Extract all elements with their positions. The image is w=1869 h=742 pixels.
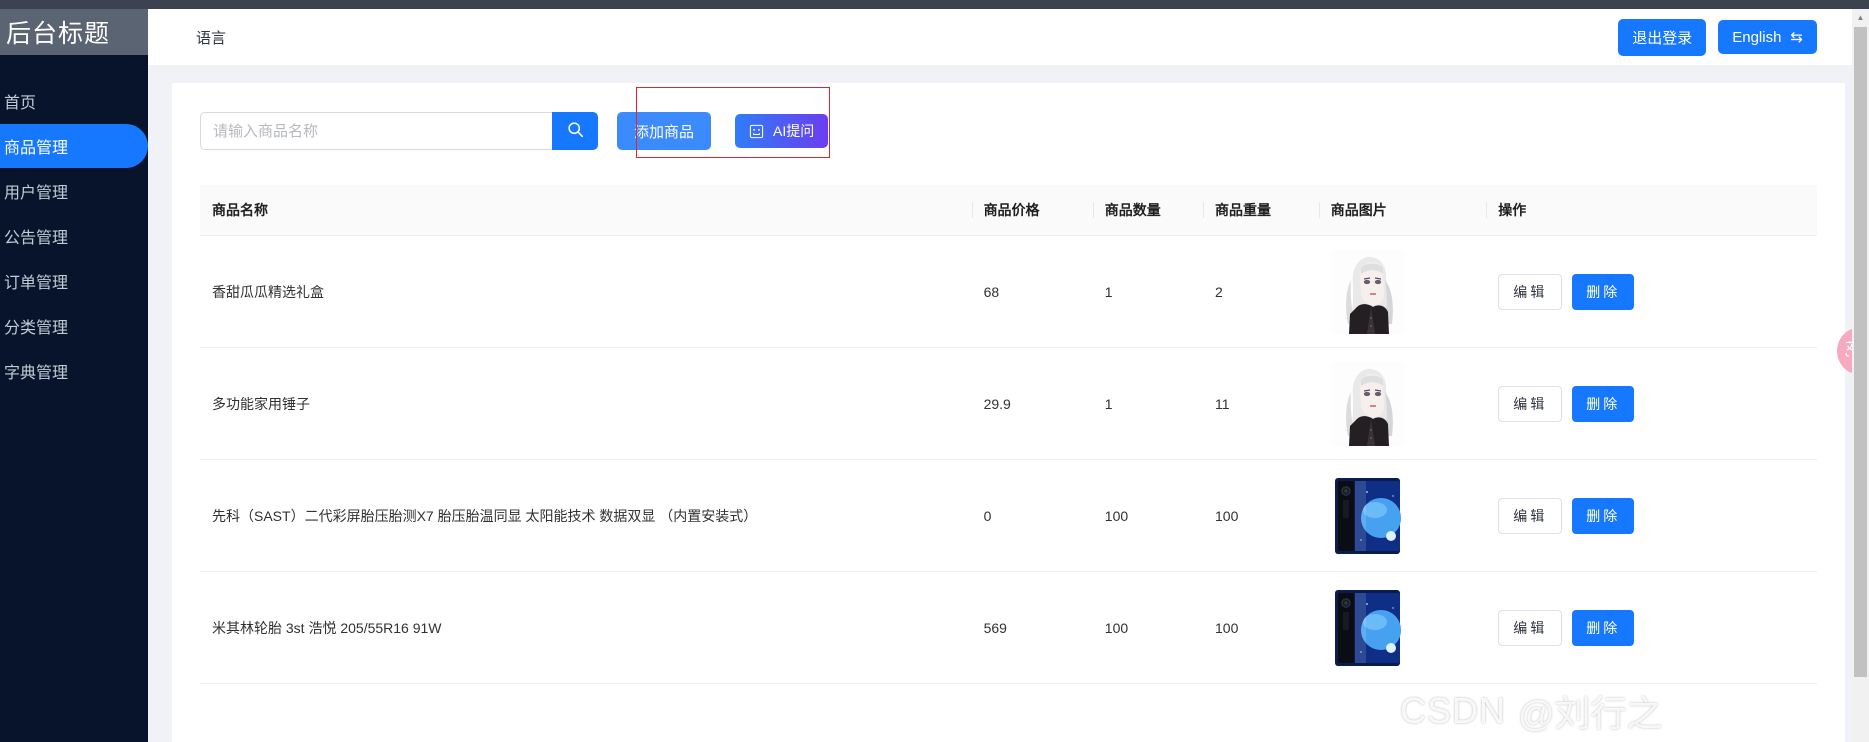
- cell-product-name: 先科（SAST）二代彩屏胎压胎测X7 胎压胎温同显 太阳能技术 数据双显 （内置…: [200, 459, 972, 572]
- product-card: 添加商品 AI提问: [172, 83, 1845, 742]
- sidebar-item-dictionary[interactable]: 字典管理: [0, 349, 148, 393]
- row-actions: 编辑 删除: [1498, 609, 1817, 646]
- logout-button[interactable]: 退出登录: [1618, 18, 1707, 56]
- delete-button[interactable]: 删除: [1572, 273, 1635, 310]
- product-thumbnail-blue-phone: [1330, 473, 1404, 558]
- search-input[interactable]: [200, 112, 552, 150]
- language-switch-button[interactable]: English ⇆: [1718, 20, 1817, 54]
- product-thumbnail-anime-portrait: [1330, 361, 1404, 446]
- page-scrollbar[interactable]: ▲: [1852, 9, 1869, 742]
- cell-qty: 100: [1092, 571, 1204, 684]
- row-actions: 编辑 删除: [1498, 497, 1817, 534]
- product-thumbnail-anime-portrait: [1330, 249, 1404, 334]
- delete-button[interactable]: 删除: [1572, 497, 1635, 534]
- cell-weight: 100: [1203, 571, 1319, 684]
- sidebar-item-label: 分类管理: [4, 320, 69, 337]
- column-header-operations[interactable]: 操作: [1486, 185, 1817, 236]
- search-button[interactable]: [552, 112, 598, 150]
- sidebar-item-announcements[interactable]: 公告管理: [0, 214, 148, 258]
- cell-image: [1318, 347, 1487, 460]
- cell-price: 0: [971, 459, 1093, 572]
- sidebar-item-orders[interactable]: 订单管理: [0, 259, 148, 303]
- cell-product-name: 香甜瓜瓜精选礼盒: [200, 235, 972, 348]
- product-thumbnail-blue-phone: [1330, 585, 1404, 670]
- sidebar-item-products[interactable]: 商品管理: [0, 124, 148, 168]
- page-title: 语言: [196, 29, 227, 47]
- cell-price: 29.9: [971, 347, 1093, 460]
- robot-face-icon: [749, 124, 764, 139]
- row-actions: 编辑 删除: [1498, 273, 1817, 310]
- sidebar-brand: 后台标题: [0, 9, 148, 55]
- add-product-button[interactable]: 添加商品: [617, 112, 712, 150]
- cell-image: [1318, 235, 1487, 348]
- cell-weight: 100: [1203, 459, 1319, 572]
- cell-qty: 1: [1092, 347, 1204, 460]
- products-table-head: 商品名称 商品价格 商品数量 商品重量 商品图片 操作: [200, 185, 1817, 236]
- table-row: 米其林轮胎 3st 浩悦 205/55R16 91W 569 100 100 编…: [200, 571, 1817, 684]
- cell-product-name: 多功能家用锤子: [200, 347, 972, 460]
- sidebar-item-label: 商品管理: [4, 140, 69, 157]
- cell-weight: 2: [1203, 235, 1319, 348]
- column-header-price[interactable]: 商品价格: [971, 185, 1093, 236]
- browser-top-strip: [0, 0, 1869, 9]
- header-actions: 退出登录 English ⇆: [1618, 18, 1817, 56]
- swap-arrows-icon: ⇆: [1790, 29, 1803, 46]
- scroll-up-arrow-icon[interactable]: ▲: [1852, 9, 1869, 26]
- products-table: 商品名称 商品价格 商品数量 商品重量 商品图片 操作 香甜瓜瓜精选礼盒 68 …: [200, 185, 1817, 684]
- ai-ask-label: AI提问: [773, 123, 815, 139]
- products-table-body: 香甜瓜瓜精选礼盒 68 1 2 编辑 删除 多功能家用锤子 29.9 1 11 …: [200, 235, 1817, 684]
- column-header-weight[interactable]: 商品重量: [1203, 185, 1319, 236]
- delete-button[interactable]: 删除: [1572, 609, 1635, 646]
- sidebar-item-categories[interactable]: 分类管理: [0, 304, 148, 348]
- sidebar-nav: 首页 商品管理 用户管理 公告管理 订单管理 分类管理 字典管理: [0, 79, 148, 393]
- toolbar: 添加商品 AI提问: [200, 87, 1817, 158]
- cell-image: [1318, 459, 1487, 572]
- search-group: [200, 112, 598, 150]
- cell-operations: 编辑 删除: [1486, 571, 1817, 684]
- cell-weight: 11: [1203, 347, 1319, 460]
- app-root: 后台标题 首页 商品管理 用户管理 公告管理 订单管理 分类管理 字典管理 语言…: [0, 0, 1869, 742]
- row-actions: 编辑 删除: [1498, 385, 1817, 422]
- table-row: 多功能家用锤子 29.9 1 11 编辑 删除: [200, 347, 1817, 460]
- cell-operations: 编辑 删除: [1486, 235, 1817, 348]
- cell-operations: 编辑 删除: [1486, 347, 1817, 460]
- cell-image: [1318, 571, 1487, 684]
- sidebar-item-label: 首页: [4, 95, 37, 112]
- column-header-name[interactable]: 商品名称: [200, 185, 972, 236]
- sidebar-item-label: 公告管理: [4, 230, 69, 247]
- scrollbar-thumb[interactable]: [1854, 27, 1867, 677]
- cell-product-name: 米其林轮胎 3st 浩悦 205/55R16 91W: [200, 571, 972, 684]
- edit-button[interactable]: 编辑: [1498, 273, 1563, 310]
- edit-button[interactable]: 编辑: [1498, 385, 1563, 422]
- top-header: 语言 退出登录 English ⇆: [148, 9, 1869, 65]
- column-header-image[interactable]: 商品图片: [1318, 185, 1487, 236]
- language-label: English: [1732, 28, 1782, 46]
- edit-button[interactable]: 编辑: [1498, 609, 1563, 646]
- search-icon: [567, 121, 584, 141]
- sidebar: 后台标题 首页 商品管理 用户管理 公告管理 订单管理 分类管理 字典管理: [0, 9, 148, 742]
- cell-qty: 1: [1092, 235, 1204, 348]
- table-header-row: 商品名称 商品价格 商品数量 商品重量 商品图片 操作: [200, 185, 1817, 236]
- delete-button[interactable]: 删除: [1572, 385, 1635, 422]
- sidebar-item-users[interactable]: 用户管理: [0, 169, 148, 213]
- table-row: 先科（SAST）二代彩屏胎压胎测X7 胎压胎温同显 太阳能技术 数据双显 （内置…: [200, 459, 1817, 572]
- cell-price: 569: [971, 571, 1093, 684]
- sidebar-item-label: 订单管理: [4, 275, 69, 292]
- sidebar-item-label: 字典管理: [4, 365, 69, 382]
- cell-price: 68: [971, 235, 1093, 348]
- edit-button[interactable]: 编辑: [1498, 497, 1563, 534]
- ai-ask-button[interactable]: AI提问: [735, 114, 829, 148]
- sidebar-item-home[interactable]: 首页: [0, 79, 148, 123]
- cell-operations: 编辑 删除: [1486, 459, 1817, 572]
- table-row: 香甜瓜瓜精选礼盒 68 1 2 编辑 删除: [200, 235, 1817, 348]
- content-area: 添加商品 AI提问: [148, 65, 1869, 742]
- column-header-qty[interactable]: 商品数量: [1092, 185, 1204, 236]
- sidebar-item-label: 用户管理: [4, 185, 69, 202]
- cell-qty: 100: [1092, 459, 1204, 572]
